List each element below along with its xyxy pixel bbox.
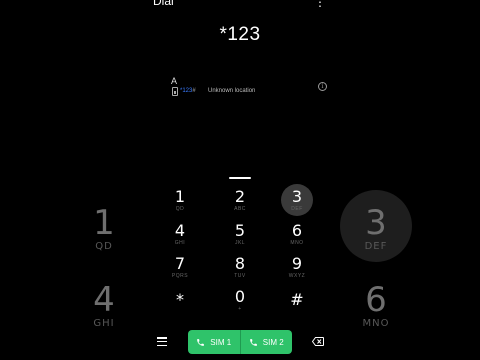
avatar: A <box>171 76 178 86</box>
call-sim2-button[interactable]: SIM 2 <box>239 330 293 354</box>
key-digit: # <box>290 290 304 309</box>
sim2-label: SIM 2 <box>262 337 284 347</box>
dialer-screen: Dial ⋮ *123 A *123# Unknown location i 1… <box>140 0 340 360</box>
menu-icon[interactable] <box>157 337 167 347</box>
key-4[interactable]: 4 GHI <box>152 222 208 254</box>
key-letters: MNO <box>290 240 304 246</box>
backdrop-key-4: 4 GHI <box>86 282 122 329</box>
backdrop-letters: MNO <box>362 318 390 329</box>
phone-icon <box>197 338 205 346</box>
key-9[interactable]: 9 WXYZ <box>269 255 325 287</box>
key-6[interactable]: 6 MNO <box>269 222 325 254</box>
suggestion-location: Unknown location <box>208 88 256 94</box>
key-hash[interactable]: # <box>269 291 325 323</box>
key-digit: 2 <box>234 187 246 206</box>
sim-card-icon <box>172 87 178 96</box>
key-digit: 3 <box>291 187 303 206</box>
key-digit: 0 <box>234 287 246 306</box>
key-digit: 7 <box>174 254 186 273</box>
bottom-bar: SIM 1 SIM 2 <box>140 330 340 354</box>
number-match-highlight: *123 <box>180 88 193 94</box>
key-8[interactable]: 8 TUV <box>212 255 268 287</box>
key-letters: + <box>238 306 242 312</box>
sim1-label: SIM 1 <box>210 337 232 347</box>
key-2[interactable]: 2 ABC <box>212 188 268 220</box>
key-0[interactable]: 0 + <box>212 288 268 320</box>
key-5[interactable]: 5 JKL <box>212 222 268 254</box>
backdrop-digit: 4 <box>93 280 115 320</box>
key-letters: ABC <box>234 206 246 212</box>
backdrop-digit: 6 <box>365 280 387 320</box>
key-letters: TUV <box>234 273 246 279</box>
key-letters: GHI <box>174 240 186 246</box>
backspace-icon[interactable] <box>312 337 324 346</box>
key-digit: * <box>176 290 184 309</box>
key-1[interactable]: 1 QD <box>152 188 208 220</box>
backdrop-key-6: 6 MNO <box>356 282 396 329</box>
backdrop-letters: DEF <box>364 241 388 252</box>
key-letters: JKL <box>234 240 246 246</box>
backdrop-key-1: 1 QD <box>86 205 122 252</box>
backdrop-letters: QD <box>95 241 113 252</box>
key-letters: PQRS <box>171 273 189 279</box>
overflow-menu-icon[interactable]: ⋮ <box>314 0 326 9</box>
key-3[interactable]: 3 DEF <box>269 184 325 220</box>
key-letters: WXYZ <box>288 273 306 279</box>
key-digit: 4 <box>174 221 186 240</box>
key-digit: 9 <box>291 254 303 273</box>
backdrop-digit: 3 <box>365 203 387 243</box>
key-digit: 1 <box>174 187 186 206</box>
backdrop-letters: GHI <box>93 318 115 329</box>
phone-icon <box>249 338 257 346</box>
key-digit: 8 <box>234 254 246 273</box>
keypad-drag-handle[interactable] <box>229 177 251 179</box>
suggestion-number: *123# <box>180 88 196 94</box>
info-icon[interactable]: i <box>318 82 327 91</box>
number-rest: # <box>192 88 196 94</box>
key-7[interactable]: 7 PQRS <box>152 255 208 287</box>
contact-suggestion[interactable]: A *123# Unknown location i <box>171 76 331 102</box>
key-digit: 6 <box>291 221 303 240</box>
dialed-number[interactable]: *123 <box>140 24 340 46</box>
backdrop-digit: 1 <box>93 203 115 243</box>
key-digit: 5 <box>234 221 246 240</box>
page-title: Dial <box>153 0 174 8</box>
call-buttons: SIM 1 SIM 2 <box>188 330 292 354</box>
call-sim1-button[interactable]: SIM 1 <box>188 330 240 354</box>
key-letters: QD <box>175 206 185 212</box>
key-letters: DEF <box>291 206 303 212</box>
key-star[interactable]: * <box>152 291 208 323</box>
backdrop-key-3: 3 DEF <box>356 205 396 252</box>
